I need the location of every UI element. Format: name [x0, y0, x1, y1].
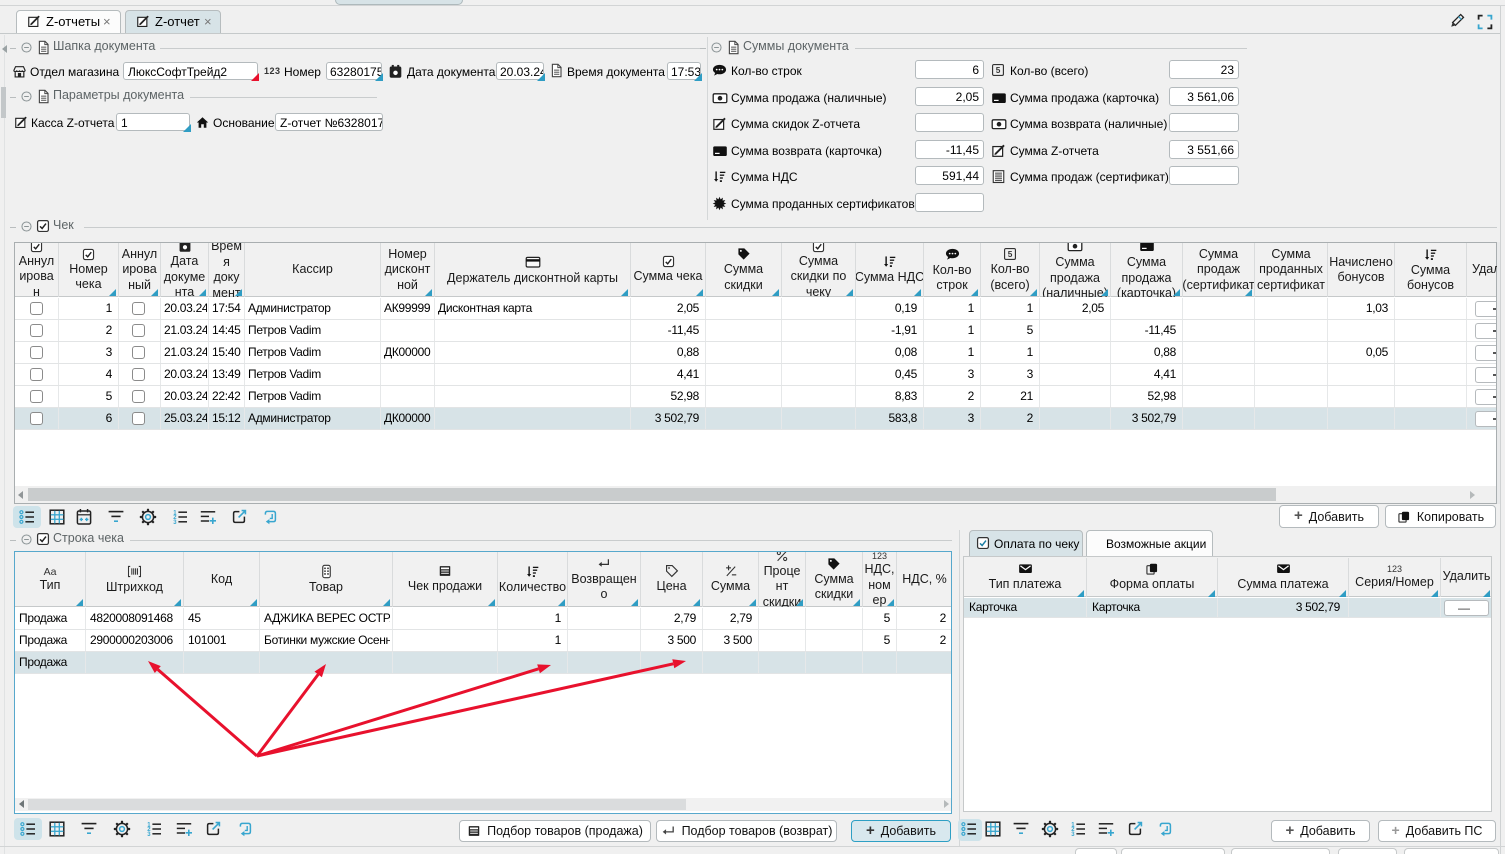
svg-text:5: 5: [1008, 249, 1013, 259]
svg-text:3: 3: [173, 520, 177, 526]
svg-text:5: 5: [996, 65, 1001, 75]
svg-text:3: 3: [147, 832, 151, 838]
svg-text:3: 3: [1071, 832, 1075, 838]
